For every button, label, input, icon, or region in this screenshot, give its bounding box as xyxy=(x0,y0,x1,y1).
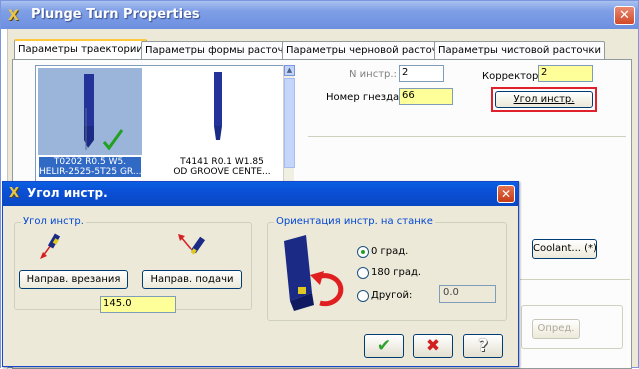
angle-value-field[interactable]: 145.0 xyxy=(100,296,176,313)
plunge-direction-icon xyxy=(40,233,61,259)
tool-angle-group: Угол инстр. Направ. врезания Направ. под… xyxy=(14,216,252,313)
orientation-180-radio[interactable] xyxy=(357,267,369,279)
cancel-button[interactable]: ✖ xyxy=(413,334,453,358)
tab-finish-bore-params[interactable]: Параметры чистовой расточки xyxy=(434,41,605,60)
dialog-close-button[interactable]: ✕ xyxy=(497,185,515,203)
plunge-turn-properties-window: X Plunge Turn Properties ✕ Параметры тра… xyxy=(0,0,639,369)
feed-direction-icon xyxy=(178,234,206,255)
orientation-0-radio[interactable] xyxy=(357,246,369,258)
gnezdo-field[interactable]: 66 xyxy=(399,88,453,105)
tool-caption-line2: HELIR-2525-5T25 GR... xyxy=(39,167,142,177)
main-title-bar[interactable]: X Plunge Turn Properties ✕ xyxy=(1,1,638,29)
checkmark-icon: ✔ xyxy=(376,336,392,356)
tool-caption-line1: T4141 R0.1 W1.85 xyxy=(180,157,264,167)
scroll-up-icon[interactable]: ▲ xyxy=(284,65,295,76)
gnezdo-label: Номер гнезда: xyxy=(326,92,403,103)
orientation-0-label: 0 град. xyxy=(371,246,409,257)
separator xyxy=(520,279,630,280)
korrektor-label: Корректор: xyxy=(482,71,542,82)
tool-caption-line1: T0202 R0.5 W5. xyxy=(39,157,141,167)
tab-toolpath-params[interactable]: Параметры траектории xyxy=(14,39,147,60)
orientation-preview-icon xyxy=(284,235,344,311)
tab-rough-bore-params[interactable]: Параметры черновой расточки xyxy=(282,41,455,60)
tool-item-t4141[interactable]: T4141 R0.1 W1.85 OD GROOVE CENTE... xyxy=(162,68,282,184)
coolant-button[interactable]: Coolant... (*) xyxy=(532,239,597,259)
help-icon: ? xyxy=(478,336,488,356)
tool-orientation-group: Ориентация инстр. на станке 0 град. 180 … xyxy=(267,216,507,321)
cross-icon: ✖ xyxy=(425,336,441,356)
define-button[interactable]: Опред. xyxy=(532,319,580,339)
orientation-180-label: 180 град. xyxy=(371,267,422,278)
orientation-group-label: Ориентация инстр. на станке xyxy=(274,216,435,227)
plunge-direction-button[interactable]: Направ. врезания xyxy=(19,270,128,289)
n-instr-label: N инстр.: xyxy=(349,69,397,80)
tool-angle-dialog: X Угол инстр. ✕ Угол инстр. Направ. врез… xyxy=(2,181,519,367)
feed-direction-button[interactable]: Направ. подачи xyxy=(142,270,242,289)
groove-tool-icon xyxy=(214,72,222,140)
orientation-other-radio[interactable] xyxy=(357,290,369,302)
separator xyxy=(308,136,626,137)
scroll-thumb[interactable] xyxy=(284,78,295,168)
ok-button[interactable]: ✔ xyxy=(364,334,404,358)
grooving-tool-icon xyxy=(84,74,124,151)
tool-list-scrollbar[interactable]: ▲ xyxy=(283,65,295,185)
n-instr-field[interactable]: 2 xyxy=(399,65,444,82)
app-icon: X xyxy=(8,8,19,24)
tool-item-t0202[interactable]: T0202 R0.5 W5. HELIR-2525-5T25 GR... xyxy=(38,68,142,184)
dialog-title: Угол инстр. xyxy=(27,186,108,200)
window-title: Plunge Turn Properties xyxy=(31,7,200,22)
help-button[interactable]: ? xyxy=(463,334,503,358)
tool-caption-line2: OD GROOVE CENTE... xyxy=(173,167,271,177)
tool-angle-button[interactable]: Угол инстр. xyxy=(495,91,593,108)
orientation-other-label: Другой: xyxy=(371,290,413,301)
tab-bore-shape-params[interactable]: Параметры формы расточки xyxy=(141,41,301,60)
tool-angle-group-label: Угол инстр. xyxy=(21,216,86,227)
tool-thumbnail-selected xyxy=(38,68,142,155)
dialog-title-bar[interactable]: X Угол инстр. ✕ xyxy=(3,182,518,206)
other-angle-field[interactable]: 0.0 xyxy=(439,285,496,303)
dialog-app-icon: X xyxy=(9,186,20,201)
korrektor-field[interactable]: 2 xyxy=(538,65,593,82)
tool-list[interactable]: T0202 R0.5 W5. HELIR-2525-5T25 GR... T41… xyxy=(35,65,294,185)
close-window-button[interactable]: ✕ xyxy=(614,6,635,25)
